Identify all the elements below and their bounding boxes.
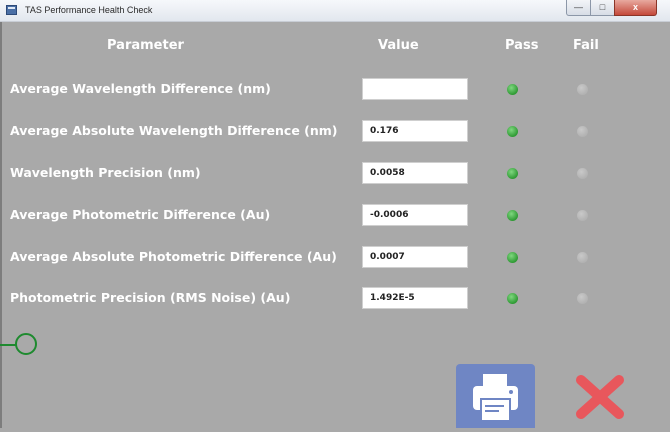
fail-indicator-row-3	[577, 168, 588, 179]
pointer-indicator-line	[0, 344, 16, 346]
value-field-wavelength-precision[interactable]	[362, 162, 468, 184]
fail-indicator-row-5	[577, 252, 588, 263]
row-label-wavelength-precision: Wavelength Precision (nm)	[10, 165, 201, 180]
maximize-icon: □	[599, 2, 606, 12]
header-value: Value	[378, 38, 419, 53]
row-label-photometric-precision: Photometric Precision (RMS Noise) (Au)	[10, 290, 291, 305]
row-label-avg-wavelength-diff: Average Wavelength Difference (nm)	[10, 81, 271, 96]
window-close-button[interactable]: x	[614, 0, 657, 16]
window-close-icon: x	[632, 2, 638, 12]
close-x-icon	[576, 375, 624, 419]
minimize-icon: —	[574, 2, 583, 12]
fail-indicator-row-6	[577, 293, 588, 304]
printer-icon	[473, 374, 518, 422]
pass-indicator-row-4	[507, 210, 518, 221]
fail-indicator-row-4	[577, 210, 588, 221]
fail-indicator-row-2	[577, 126, 588, 137]
pass-indicator-row-1	[507, 84, 518, 95]
window-title: TAS Performance Health Check	[25, 5, 153, 15]
pass-indicator-row-3	[507, 168, 518, 179]
header-parameter: Parameter	[107, 38, 184, 53]
value-field-avg-wavelength-diff[interactable]	[362, 78, 468, 100]
print-button[interactable]	[456, 364, 535, 428]
value-field-photometric-precision[interactable]	[362, 287, 468, 309]
pass-indicator-row-6	[507, 293, 518, 304]
title-bar: TAS Performance Health Check — □ x	[0, 0, 670, 22]
header-fail: Fail	[573, 38, 599, 53]
row-label-avg-abs-wavelength-diff: Average Absolute Wavelength Difference (…	[10, 123, 338, 138]
minimize-button[interactable]: —	[566, 0, 591, 16]
pass-indicator-row-2	[507, 126, 518, 137]
pointer-indicator-ring	[15, 333, 37, 355]
value-field-avg-abs-wavelength-diff[interactable]	[362, 120, 468, 142]
value-field-avg-photometric-diff[interactable]	[362, 204, 468, 226]
pass-indicator-row-5	[507, 252, 518, 263]
row-label-avg-photometric-diff: Average Photometric Difference (Au)	[10, 207, 271, 222]
close-dialog-button[interactable]	[575, 374, 625, 420]
window-left-edge	[0, 22, 2, 428]
app-icon	[6, 5, 17, 15]
row-label-avg-abs-photometric-diff: Average Absolute Photometric Difference …	[10, 249, 337, 264]
header-pass: Pass	[505, 38, 539, 53]
maximize-button[interactable]: □	[590, 0, 615, 16]
value-field-avg-abs-photometric-diff[interactable]	[362, 246, 468, 268]
fail-indicator-row-1	[577, 84, 588, 95]
